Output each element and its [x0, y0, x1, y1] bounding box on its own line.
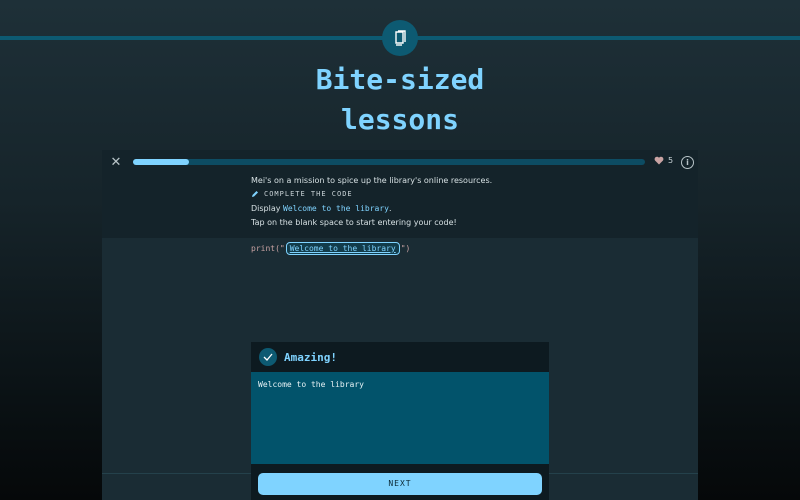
output-console: Welcome to the library: [251, 372, 549, 464]
check-badge: [259, 348, 277, 366]
hero-line-2: lessons: [340, 103, 459, 136]
feedback-header: Amazing!: [251, 342, 549, 372]
lesson-progress-bar: [133, 159, 645, 165]
lesson-screen: ✕ 5 i Mei's on a mission to spice up the…: [102, 150, 698, 500]
info-button[interactable]: i: [681, 156, 694, 169]
next-button[interactable]: NEXT: [258, 473, 542, 495]
feedback-title: Amazing!: [284, 350, 337, 364]
lesson-intro: Mei's on a mission to spice up the libra…: [251, 176, 493, 185]
instruction-code: Welcome to the library: [283, 204, 389, 213]
feedback-panel: Amazing! Welcome to the library NEXT: [251, 342, 549, 500]
heart-icon: [654, 156, 664, 165]
check-icon: [263, 353, 273, 361]
hero-title: Bite-sized lessons: [0, 60, 800, 140]
book-icon: [395, 30, 406, 46]
lesson-hint: Tap on the blank space to start entering…: [251, 218, 457, 227]
book-badge: [382, 20, 418, 56]
code-blank-input[interactable]: Welcome to the library: [285, 242, 400, 255]
info-icon: i: [686, 158, 689, 167]
lives-indicator[interactable]: 5: [654, 156, 673, 165]
code-after: "): [400, 244, 411, 253]
hero-line-1: Bite-sized: [315, 63, 485, 96]
code-before: print(": [251, 244, 285, 253]
close-icon: ✕: [110, 155, 122, 170]
output-text: Welcome to the library: [258, 380, 364, 389]
close-button[interactable]: ✕: [109, 156, 123, 170]
code-editor-line: print(" Welcome to the library "): [251, 242, 410, 255]
instruction-prefix: Display: [251, 204, 284, 213]
pencil-icon: [252, 191, 258, 197]
instruction-suffix: .: [389, 204, 392, 213]
task-label: COMPLETE THE CODE: [251, 190, 353, 198]
task-label-text: COMPLETE THE CODE: [264, 190, 353, 198]
lesson-instruction: Display Welcome to the library.: [251, 204, 392, 213]
lives-count: 5: [668, 156, 674, 165]
lesson-progress-fill: [133, 159, 190, 165]
